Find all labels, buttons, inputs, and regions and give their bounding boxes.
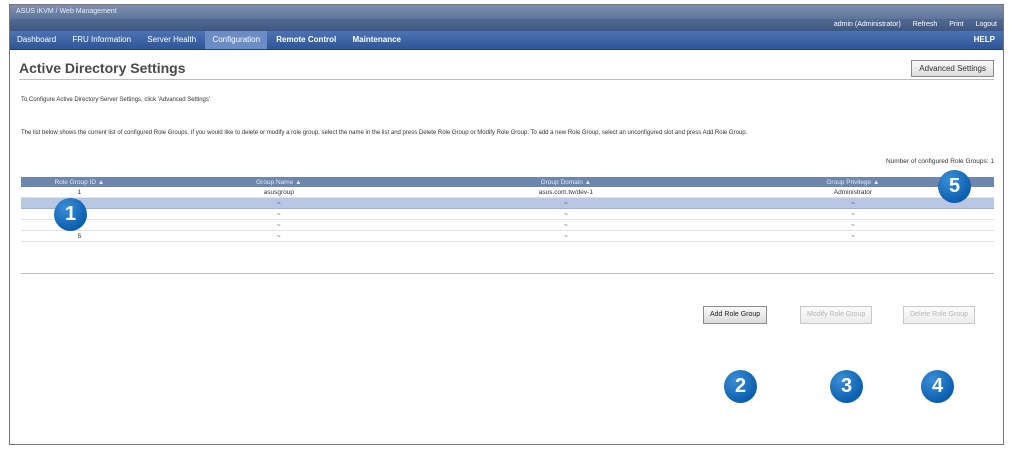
tab-dashboard[interactable]: Dashboard	[10, 31, 63, 49]
tab-server-health[interactable]: Server Health	[140, 31, 203, 49]
table-row[interactable]: 1 asusgroup asus.com.tw/dev-1 Administra…	[21, 187, 994, 198]
add-role-group-button[interactable]: Add Role Group	[703, 306, 768, 324]
user-link[interactable]: admin (Administrator)	[834, 21, 901, 28]
cell-group-domain: ~	[419, 219, 712, 231]
cell-id: 1	[21, 187, 138, 198]
cell-group-privilege: ~	[711, 208, 994, 220]
cell-group-domain: asus.com.tw/dev-1	[419, 187, 712, 198]
cell-id: 5	[21, 230, 138, 242]
column-header-id[interactable]: Role Group ID ▲	[21, 177, 138, 187]
cell-group-name: ~	[137, 197, 420, 209]
modify-role-group-button[interactable]: Modify Role Group	[800, 306, 873, 324]
browser-frame: ASUS iKVM / Web Management admin (Admini…	[9, 4, 1004, 445]
callout-4: 4	[921, 370, 954, 403]
table-row-selected[interactable]: 2 ~ ~ ~	[21, 197, 994, 209]
tab-remote-control[interactable]: Remote Control	[269, 31, 343, 49]
role-group-table: Role Group ID ▲ Group Name ▲ Group Domai…	[21, 177, 994, 242]
main-nav: Dashboard FRU Information Server Health …	[10, 31, 1003, 50]
refresh-link[interactable]: Refresh	[913, 21, 938, 28]
cell-group-name: ~	[137, 208, 420, 220]
tab-fru-information[interactable]: FRU Information	[65, 31, 138, 49]
tab-configuration[interactable]: Configuration	[205, 31, 268, 49]
instruction-text: To Configure Active Directory Server Set…	[21, 97, 211, 103]
cell-group-name: ~	[137, 230, 420, 242]
window-title-bar: ASUS iKVM / Web Management	[10, 5, 1003, 19]
table-row[interactable]: 3 ~ ~ ~	[21, 208, 994, 220]
cell-group-domain: ~	[419, 208, 712, 220]
table-header-row: Role Group ID ▲ Group Name ▲ Group Domai…	[21, 177, 994, 187]
print-link[interactable]: Print	[949, 21, 963, 28]
role-group-count: Number of configured Role Groups: 1	[885, 158, 994, 165]
cell-group-name: ~	[137, 219, 420, 231]
logout-link[interactable]: Logout	[976, 21, 997, 28]
page-content: Active Directory Settings	[10, 50, 1003, 90]
callout-5: 5	[938, 170, 971, 203]
advanced-settings-button[interactable]: Advanced Settings	[911, 60, 994, 77]
window-title: ASUS iKVM / Web Management	[16, 8, 117, 15]
account-toolbar: admin (Administrator) Refresh Print Logo…	[10, 19, 1003, 31]
table-row[interactable]: 4 ~ ~ ~	[21, 219, 994, 231]
table-row[interactable]: 5 ~ ~ ~	[21, 230, 994, 242]
cell-group-domain: ~	[419, 230, 712, 242]
column-header-group-name[interactable]: Group Name ▲	[137, 177, 420, 187]
help-link[interactable]: HELP	[974, 31, 995, 49]
cell-group-name: asusgroup	[137, 187, 420, 198]
cell-group-domain: ~	[419, 197, 712, 209]
tab-maintenance[interactable]: Maintenance	[346, 31, 408, 49]
cell-group-privilege: ~	[711, 230, 994, 242]
callout-2: 2	[724, 370, 757, 403]
description-text: The list below shows the current list of…	[21, 130, 748, 136]
callout-1: 1	[54, 198, 87, 231]
delete-role-group-button[interactable]: Delete Role Group	[903, 306, 975, 324]
column-header-group-domain[interactable]: Group Domain ▲	[419, 177, 712, 187]
callout-3: 3	[830, 370, 863, 403]
page-title: Active Directory Settings	[19, 60, 186, 76]
table-divider	[21, 273, 994, 274]
cell-group-privilege: ~	[711, 219, 994, 231]
title-divider	[19, 79, 994, 80]
